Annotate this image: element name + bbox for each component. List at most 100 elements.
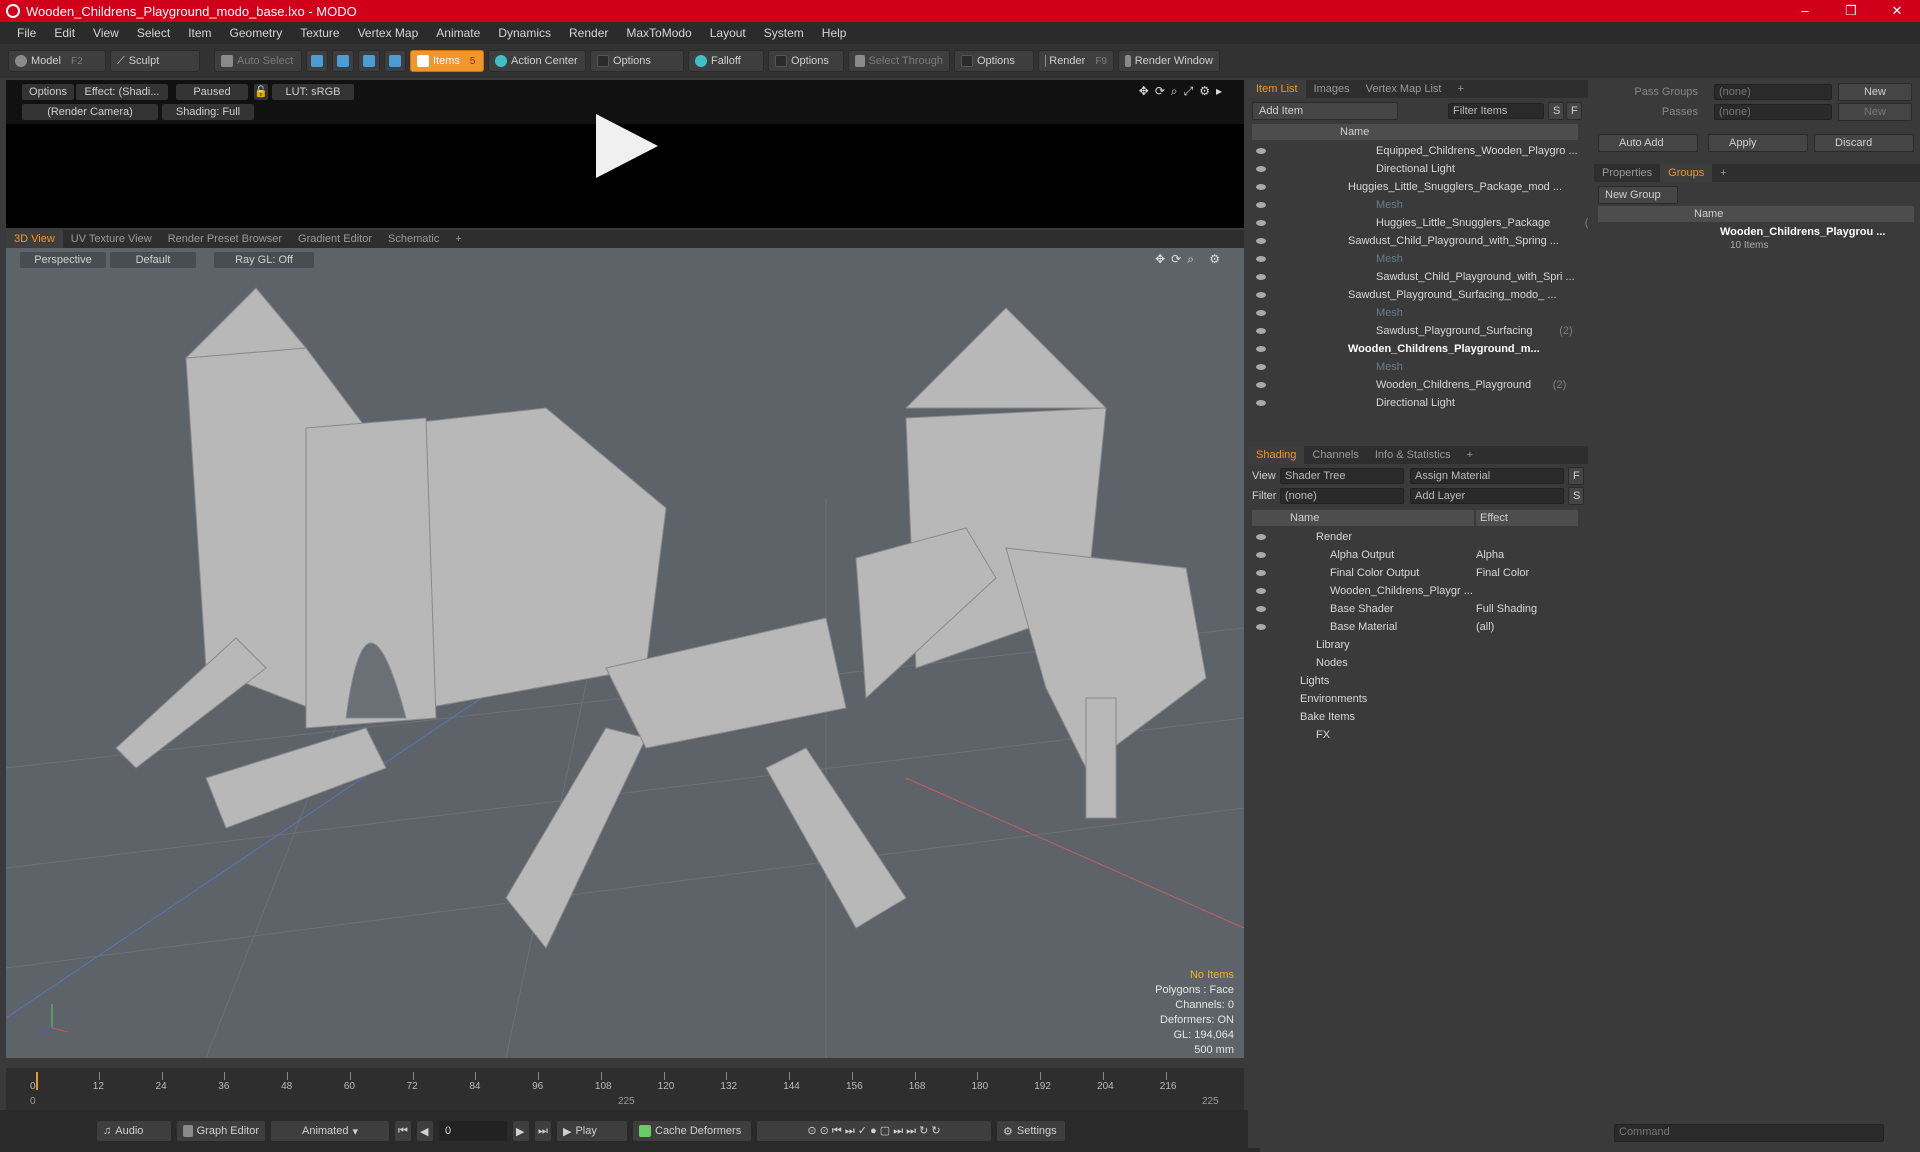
add-tab-button[interactable]: + xyxy=(447,230,469,248)
action-center-options-button[interactable]: Options xyxy=(590,50,684,72)
auto-add-button[interactable]: Auto Add xyxy=(1598,134,1698,152)
visibility-eye-icon[interactable] xyxy=(1256,400,1266,406)
menu-select[interactable]: Select xyxy=(128,26,179,40)
shader-tree-row[interactable]: Lights xyxy=(1248,672,1588,690)
tab-images[interactable]: Images xyxy=(1306,80,1358,98)
settings-button[interactable]: ⚙ Settings xyxy=(996,1120,1066,1142)
passes-dropdown[interactable]: (none) xyxy=(1714,104,1832,120)
effect-dropdown[interactable]: Effect: (Shadi... xyxy=(76,84,168,100)
menu-render[interactable]: Render xyxy=(560,26,617,40)
timeline-ruler[interactable]: 0 12 24 36 48 60 72 84 96 108 120 132 144 156 168 180 19… xyxy=(30,1068,1216,1094)
tab-item-list[interactable]: Item List xyxy=(1248,80,1306,98)
lock-icon[interactable]: 🔓 xyxy=(254,84,268,100)
visibility-eye-icon[interactable] xyxy=(1256,606,1266,612)
menu-geometry[interactable]: Geometry xyxy=(221,26,292,40)
visibility-eye-icon[interactable] xyxy=(1256,382,1266,388)
shader-tree-row[interactable]: Base Material (all) xyxy=(1248,618,1588,636)
select-through-options-button[interactable]: Options xyxy=(954,50,1034,72)
shader-tree-row[interactable]: Environments xyxy=(1248,690,1588,708)
items-mode-button[interactable]: Items 5 xyxy=(410,50,484,72)
visibility-eye-icon[interactable] xyxy=(1256,328,1266,334)
command-input[interactable]: Command xyxy=(1614,1124,1884,1142)
shader-tree-row[interactable]: Render xyxy=(1248,528,1588,546)
timeline[interactable]: 0 12 24 36 48 60 72 84 96 108 120 132 144 156 168 180 19… xyxy=(6,1068,1244,1110)
visibility-eye-icon[interactable] xyxy=(1256,534,1266,540)
tab-groups[interactable]: Groups xyxy=(1660,164,1713,182)
menu-item[interactable]: Item xyxy=(179,26,220,40)
model-mode-button[interactable]: Model F2 xyxy=(8,50,106,72)
tab-3d-view[interactable]: 3D View xyxy=(6,230,63,248)
add-tab-button[interactable]: + xyxy=(1459,446,1481,464)
item-list-row[interactable]: Huggies_Little_Snugglers_Package_mod ... xyxy=(1248,178,1588,196)
item-list-row[interactable]: Huggies_Little_Snugglers_Package (2) xyxy=(1248,214,1588,232)
graph-editor-button[interactable]: Graph Editor xyxy=(176,1120,266,1142)
visibility-eye-icon[interactable] xyxy=(1256,166,1266,172)
visibility-eye-icon[interactable] xyxy=(1256,364,1266,370)
select-through-button[interactable]: Select Through xyxy=(848,50,950,72)
visibility-eye-icon[interactable] xyxy=(1256,184,1266,190)
render-button[interactable]: Render F9 xyxy=(1038,50,1114,72)
visibility-eye-icon[interactable] xyxy=(1256,292,1266,298)
new-pass-button[interactable]: New xyxy=(1838,103,1912,121)
falloff-button[interactable]: Falloff xyxy=(688,50,764,72)
menu-view[interactable]: View xyxy=(84,26,128,40)
shading-dropdown[interactable]: Shading: Full xyxy=(162,104,254,120)
shader-tree-row-effect[interactable]: Final Color xyxy=(1476,564,1529,582)
next-frame-button[interactable]: ▶ xyxy=(512,1120,530,1142)
shader-tree-row[interactable]: Wooden_Childrens_Playgr ... xyxy=(1248,582,1588,600)
visibility-eye-icon[interactable] xyxy=(1256,238,1266,244)
item-list-row[interactable]: Sawdust_Playground_Surfacing_modo_ ... xyxy=(1248,286,1588,304)
tab-schematic[interactable]: Schematic xyxy=(380,230,447,248)
new-group-button[interactable]: New Group xyxy=(1598,186,1678,204)
menu-maxtomodo[interactable]: MaxToModo xyxy=(617,26,700,40)
play-button[interactable]: ▶ Play xyxy=(556,1120,628,1142)
visibility-eye-icon[interactable] xyxy=(1256,624,1266,630)
discard-button[interactable]: Discard xyxy=(1814,134,1914,152)
visibility-eye-icon[interactable] xyxy=(1256,274,1266,280)
menu-layout[interactable]: Layout xyxy=(701,26,755,40)
group-item-name[interactable]: Wooden_Childrens_Playgrou ... xyxy=(1720,226,1885,238)
cache-deformers-button[interactable]: Cache Deformers xyxy=(632,1120,752,1142)
shader-tree-row[interactable]: Library xyxy=(1248,636,1588,654)
item-list-row[interactable]: Sawdust_Child_Playground_with_Spring ... xyxy=(1248,232,1588,250)
shader-tree-row[interactable]: Nodes xyxy=(1248,654,1588,672)
default-dropdown[interactable]: Default xyxy=(110,252,196,268)
tab-channels[interactable]: Channels xyxy=(1304,446,1366,464)
add-layer-dropdown[interactable]: Add Layer xyxy=(1410,488,1564,504)
prev-frame-button[interactable]: ◀ xyxy=(416,1120,434,1142)
menu-texture[interactable]: Texture xyxy=(291,26,348,40)
tab-shading[interactable]: Shading xyxy=(1248,446,1305,464)
perspective-dropdown[interactable]: Perspective xyxy=(20,252,106,268)
raygl-dropdown[interactable]: Ray GL: Off xyxy=(214,252,314,268)
maximize-button[interactable]: ❐ xyxy=(1828,0,1874,22)
item-list-row[interactable]: Mesh xyxy=(1248,304,1588,322)
tab-uv-texture-view[interactable]: UV Texture View xyxy=(63,230,160,248)
apply-button[interactable]: Apply xyxy=(1708,134,1808,152)
menu-edit[interactable]: Edit xyxy=(45,26,84,40)
preview-nav-icons[interactable]: ✥⟳⌕⤢⚙▸ xyxy=(1139,84,1228,99)
preview-options-button[interactable]: Options xyxy=(22,84,74,100)
tab-vertex-map-list[interactable]: Vertex Map List xyxy=(1358,80,1450,98)
animated-dropdown[interactable]: Animated ▾ xyxy=(270,1120,390,1142)
viewport-nav-icons[interactable]: ✥⟳⌕ ⚙ xyxy=(1155,252,1226,267)
vertices-mode-button[interactable] xyxy=(306,50,328,72)
menu-system[interactable]: System xyxy=(755,26,813,40)
add-tab-button[interactable]: + xyxy=(1712,164,1734,182)
lut-dropdown[interactable]: LUT: sRGB xyxy=(272,84,354,100)
tab-gradient-editor[interactable]: Gradient Editor xyxy=(290,230,380,248)
shader-tree-row[interactable]: FX xyxy=(1248,726,1588,744)
filter-s-button[interactable]: S xyxy=(1548,102,1564,120)
shading-s-button[interactable]: S xyxy=(1568,487,1584,505)
play-icon[interactable] xyxy=(596,114,658,178)
visibility-eye-icon[interactable] xyxy=(1256,256,1266,262)
tab-info-statistics[interactable]: Info & Statistics xyxy=(1367,446,1459,464)
polygons-mode-button[interactable] xyxy=(358,50,380,72)
frame-input[interactable]: 0 xyxy=(438,1120,508,1142)
menu-animate[interactable]: Animate xyxy=(427,26,489,40)
action-center-button[interactable]: Action Center xyxy=(488,50,586,72)
shader-tree-row[interactable]: Alpha Output Alpha xyxy=(1248,546,1588,564)
sculpt-mode-button[interactable]: ⟋ Sculpt xyxy=(110,50,200,72)
first-frame-button[interactable]: ⏮ xyxy=(394,1120,412,1142)
materials-mode-button[interactable] xyxy=(384,50,406,72)
item-list-row[interactable]: Equipped_Childrens_Wooden_Playgro ... xyxy=(1248,142,1588,160)
